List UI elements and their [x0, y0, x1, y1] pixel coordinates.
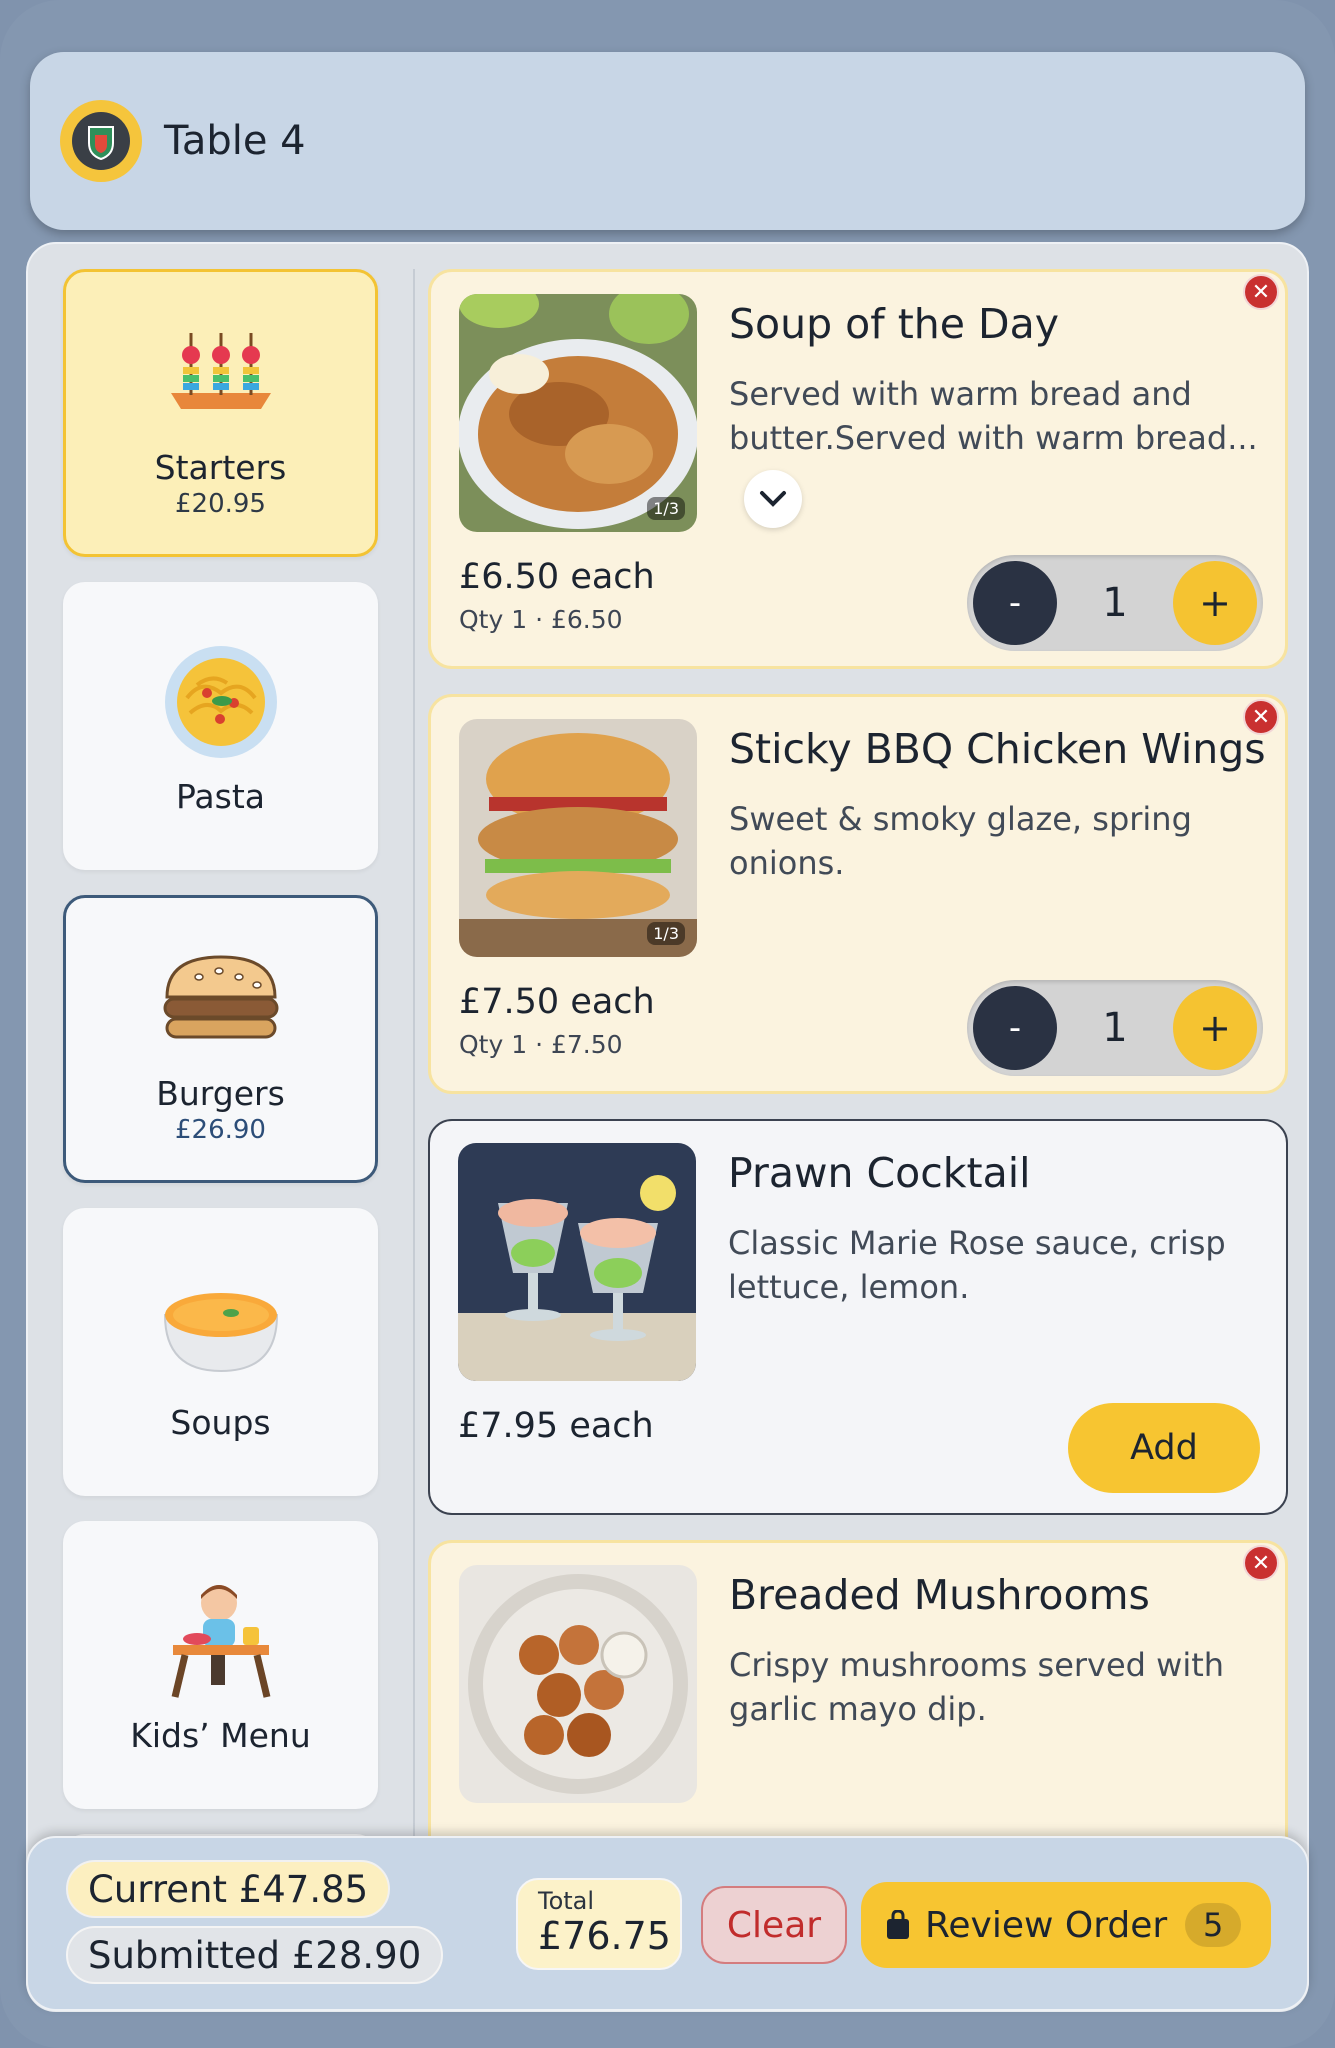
- item-photo[interactable]: [458, 1143, 696, 1381]
- item-title: Sticky BBQ Chicken Wings: [729, 725, 1266, 773]
- soup-bowl-icon: [156, 1263, 286, 1393]
- decrease-quantity-button[interactable]: -: [973, 561, 1057, 645]
- header-bar: Table 4: [30, 52, 1305, 230]
- category-label: Kids’ Menu: [130, 1715, 311, 1755]
- current-total: Current £47.85: [66, 1860, 391, 1918]
- decrease-quantity-button[interactable]: -: [973, 986, 1057, 1070]
- kid-meal-icon: [156, 1576, 286, 1706]
- item-qty-summary: Qty 1 · £6.50: [459, 605, 623, 634]
- total-label: Total: [538, 1887, 595, 1915]
- add-to-order-button[interactable]: Add: [1068, 1403, 1260, 1493]
- item-photo[interactable]: [459, 1565, 697, 1803]
- item-price: £7.50 each: [459, 982, 655, 1022]
- main-panel: Starters £20.95 Pasta Burgers £26.90 Sou…: [26, 242, 1309, 2012]
- item-photo[interactable]: 1/3: [459, 294, 697, 532]
- image-counter: 1/3: [647, 922, 685, 945]
- image-counter: 1/3: [647, 497, 685, 520]
- item-description: Classic Marie Rose sauce, crisp lettuce,…: [728, 1224, 1226, 1306]
- submitted-total: Submitted £28.90: [66, 1926, 444, 1984]
- category-soups[interactable]: Soups: [63, 1208, 378, 1496]
- category-label: Soups: [170, 1402, 271, 1442]
- item-qty-summary: Qty 1 · £7.50: [459, 1030, 623, 1059]
- increase-quantity-button[interactable]: +: [1172, 986, 1257, 1070]
- item-title: Prawn Cocktail: [728, 1149, 1031, 1197]
- category-price: £20.95: [175, 488, 266, 519]
- item-count-badge: 5: [1185, 1903, 1242, 1947]
- menu-item-card: Prawn Cocktail Classic Marie Rose sauce,…: [428, 1119, 1288, 1515]
- remove-item-close-icon[interactable]: ✕: [1243, 699, 1279, 735]
- expand-chevron-down-icon[interactable]: [744, 470, 802, 528]
- table-title: Table 4: [164, 118, 306, 164]
- skewers-icon: [156, 308, 286, 438]
- increase-quantity-button[interactable]: +: [1172, 561, 1257, 645]
- category-label: Pasta: [176, 776, 265, 816]
- menu-item-card: 1/3 Sticky BBQ Chicken Wings Sweet & smo…: [428, 694, 1288, 1094]
- item-title: Breaded Mushrooms: [729, 1571, 1150, 1619]
- item-title: Soup of the Day: [729, 300, 1059, 348]
- item-price: £7.95 each: [458, 1406, 654, 1446]
- category-burgers[interactable]: Burgers £26.90: [63, 895, 378, 1183]
- category-label: Burgers: [156, 1073, 285, 1113]
- item-description: Served with warm bread and butter.Served…: [729, 375, 1258, 457]
- item-description: Crispy mushrooms served with garlic mayo…: [729, 1646, 1225, 1728]
- item-price: £6.50 each: [459, 557, 655, 597]
- column-divider: [413, 269, 415, 1869]
- total-value: £76.75: [538, 1914, 671, 1958]
- remove-item-close-icon[interactable]: ✕: [1243, 1545, 1279, 1581]
- restaurant-logo-icon: [60, 100, 142, 182]
- remove-item-close-icon[interactable]: ✕: [1243, 274, 1279, 310]
- category-pasta[interactable]: Pasta: [63, 582, 378, 870]
- review-order-label: Review Order: [925, 1904, 1168, 1946]
- item-photo[interactable]: 1/3: [459, 719, 697, 957]
- item-description: Sweet & smoky glaze, spring onions.: [729, 800, 1192, 882]
- category-price: £26.90: [175, 1114, 266, 1145]
- grand-total: Total £76.75: [516, 1878, 682, 1970]
- menu-item-card: 1/3 Soup of the Day Served with warm bre…: [428, 269, 1288, 669]
- review-order-button[interactable]: Review Order 5: [861, 1882, 1271, 1968]
- burger-icon: [156, 934, 286, 1064]
- quantity-stepper: - 1 +: [967, 555, 1263, 651]
- category-label: Starters: [154, 447, 287, 487]
- pasta-icon: [156, 637, 286, 767]
- order-summary-bar: Current £47.85 Submitted £28.90 Total £7…: [26, 1836, 1309, 2011]
- quantity-value: 1: [1102, 580, 1128, 626]
- category-kids-menu[interactable]: Kids’ Menu: [63, 1521, 378, 1809]
- clear-button[interactable]: Clear: [701, 1886, 847, 1964]
- shopping-bag-icon: [885, 1910, 911, 1940]
- category-starters[interactable]: Starters £20.95: [63, 269, 378, 557]
- quantity-value: 1: [1102, 1005, 1128, 1051]
- quantity-stepper: - 1 +: [967, 980, 1263, 1076]
